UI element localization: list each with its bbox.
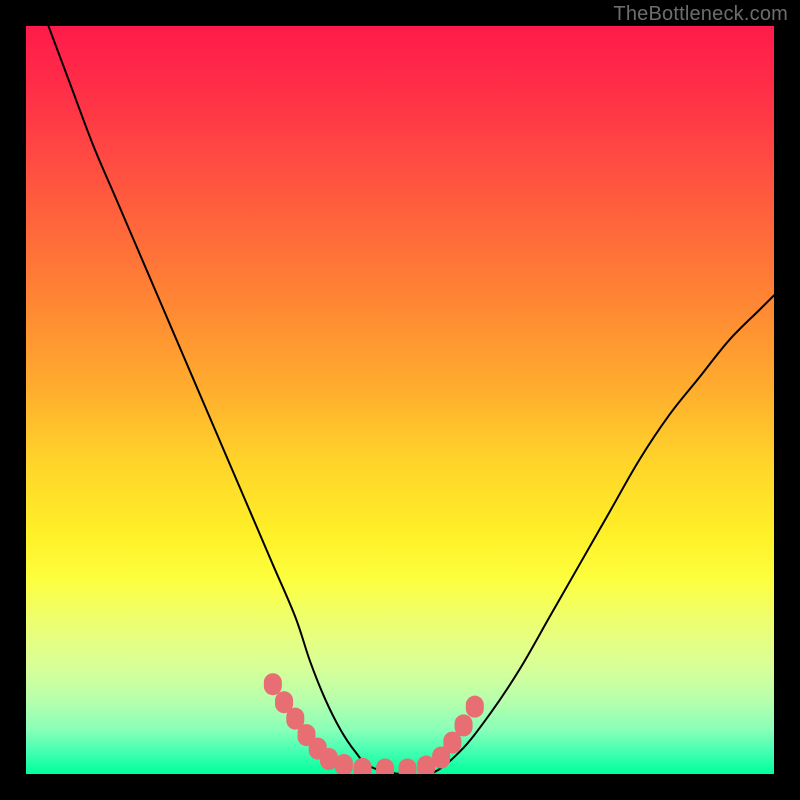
plot-area [26,26,774,774]
pink-dots-right-dot [466,696,484,718]
curve-layer [26,26,774,774]
pink-dots-left-dot [335,754,353,774]
pink-dots-right-dot [455,714,473,736]
bottleneck-curve [48,26,774,774]
chart-stage: TheBottleneck.com [0,0,800,800]
pink-dots-left-dot [264,673,282,695]
pink-dots-bottom-dot [398,759,416,774]
watermark-text: TheBottleneck.com [613,3,788,26]
pink-dots-bottom-dot [376,759,394,774]
pink-dots-bottom-dot [354,758,372,774]
